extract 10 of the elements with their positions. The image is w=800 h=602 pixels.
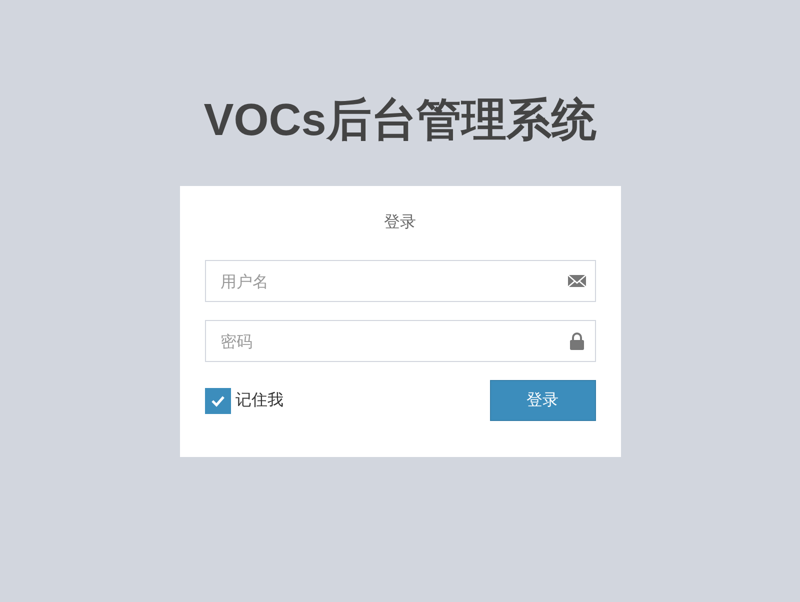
- input-field[interactable]: 用户名: [204, 260, 596, 302]
- input-field[interactable]: 密码: [204, 320, 596, 362]
- remember-label: 记住我: [236, 390, 284, 411]
- page-title: VOCs后台管理系统: [204, 93, 596, 147]
- login-heading: 登录: [383, 211, 417, 233]
- envelope-icon: [568, 272, 586, 290]
- checkbox[interactable]: [204, 388, 230, 414]
- lock-icon: [568, 332, 586, 350]
- check-icon: [210, 394, 224, 406]
- login-button[interactable]: 登录: [490, 380, 596, 421]
